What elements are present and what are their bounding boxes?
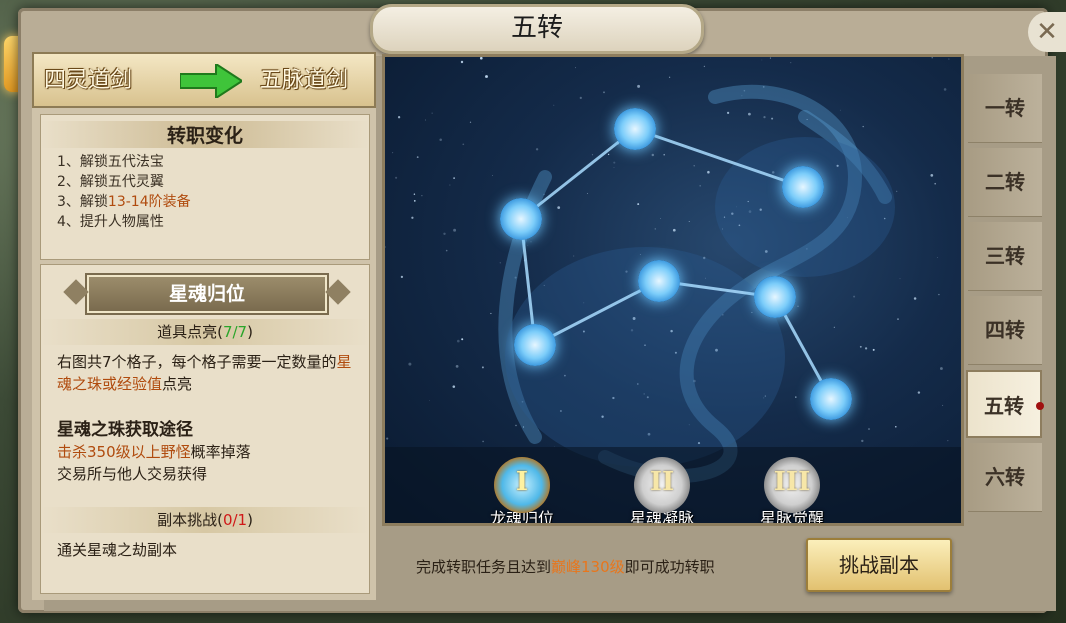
- next-job-label: 五脉道剑: [260, 68, 349, 93]
- rebirth-tabs: 一转 二转 三转 四转 五转 六转: [966, 74, 1044, 517]
- changes-list: 1、解锁五代法宝 2、解锁五代灵翼 3、解锁13-14阶装备 4、提升人物属性: [41, 152, 369, 232]
- changes-box: 转职变化 1、解锁五代法宝 2、解锁五代灵翼 3、解锁13-14阶装备 4、提升…: [40, 114, 370, 260]
- list-item: 2、解锁五代灵翼: [57, 174, 164, 190]
- source-title: 星魂之珠获取途径: [57, 420, 193, 440]
- changes-title: 转职变化: [41, 121, 369, 148]
- items-lit-heading: 道具点亮(7/7): [41, 319, 369, 345]
- challenge-dungeon-button[interactable]: 挑战副本: [806, 538, 952, 592]
- star-soul-box: 星魂归位 道具点亮(7/7) 右图共7个格子，每个格子需要一定数量的星魂之珠或经…: [40, 264, 370, 594]
- stage-3[interactable]: III 星脉觉醒: [747, 457, 837, 523]
- star-soul-description: 右图共7个格子，每个格子需要一定数量的星魂之珠或经验值点亮: [57, 353, 352, 393]
- constellation-node[interactable]: [810, 378, 852, 420]
- tab-rebirth-2[interactable]: 二转: [968, 148, 1042, 217]
- items-progress: 7/7: [222, 323, 248, 341]
- constellation-node[interactable]: [754, 276, 796, 318]
- list-item: 1、解锁五代法宝: [57, 154, 164, 170]
- source-line-kill: 击杀350级以上野怪概率掉落: [57, 443, 251, 461]
- active-tab-marker-icon: [1036, 402, 1044, 410]
- constellation-node[interactable]: [514, 324, 556, 366]
- list-item: 3、解锁13-14阶装备: [57, 194, 191, 210]
- dialog-title: 五转: [510, 13, 563, 43]
- close-icon[interactable]: ✕: [1028, 12, 1066, 52]
- stage-3-medal-icon: III: [764, 457, 820, 513]
- dungeon-heading: 副本挑战(0/1): [41, 507, 369, 533]
- constellation-node[interactable]: [614, 108, 656, 150]
- stage-2-medal-icon: II: [634, 457, 690, 513]
- constellation-node[interactable]: [782, 166, 824, 208]
- source-line-trade: 交易所与他人交易获得: [57, 465, 208, 483]
- stage-2[interactable]: II 星魂凝脉: [617, 457, 707, 523]
- footer: 完成转职任务且达到巅峰130级即可成功转职 挑战副本: [382, 536, 964, 596]
- tab-rebirth-1[interactable]: 一转: [968, 74, 1042, 143]
- constellation-node[interactable]: [500, 198, 542, 240]
- left-panel: 四灵道剑 五脉道剑 转职变化 1、解锁五代法宝 2、解锁五代灵翼 3、解锁13-…: [32, 52, 376, 600]
- tab-rebirth-3[interactable]: 三转: [968, 222, 1042, 291]
- constellation-panel: I 龙魂归位 II 星魂凝脉 III 星脉觉醒: [382, 54, 964, 526]
- star-soul-banner: 星魂归位: [87, 275, 327, 313]
- current-job-label: 四灵道剑: [44, 68, 133, 93]
- tab-rebirth-5[interactable]: 五转: [966, 370, 1044, 438]
- stage-1-medal-icon: I: [494, 457, 550, 513]
- dungeon-progress: 0/1: [222, 511, 248, 529]
- stage-1[interactable]: I 龙魂归位: [477, 457, 567, 523]
- dungeon-description: 通关星魂之劫副本: [57, 541, 178, 559]
- list-item: 4、提升人物属性: [57, 214, 164, 230]
- tab-rebirth-4[interactable]: 四转: [968, 296, 1042, 365]
- constellation-node[interactable]: [638, 260, 680, 302]
- title-plate: 五转: [370, 4, 704, 54]
- job-transition-bar: 四灵道剑 五脉道剑: [32, 52, 376, 108]
- requirement-text: 完成转职任务且达到巅峰130级即可成功转职: [416, 558, 715, 576]
- tab-rebirth-6[interactable]: 六转: [968, 443, 1042, 512]
- right-arrow-icon: [180, 64, 242, 98]
